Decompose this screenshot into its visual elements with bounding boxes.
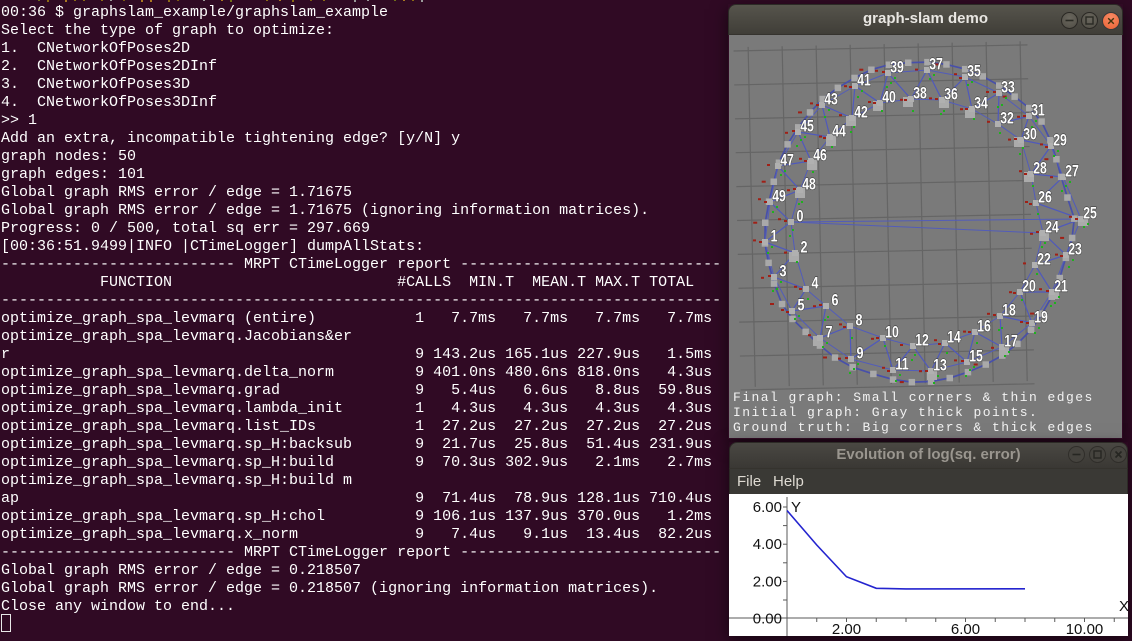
svg-text:4.00: 4.00 <box>753 536 782 553</box>
svg-text:15: 15 <box>969 347 983 366</box>
svg-text:17: 17 <box>1004 332 1018 351</box>
svg-text:20: 20 <box>1022 277 1036 296</box>
svg-text:38: 38 <box>913 84 927 103</box>
svg-text:44: 44 <box>832 122 846 141</box>
svg-text:0.00: 0.00 <box>753 611 782 628</box>
svg-text:43: 43 <box>824 90 838 109</box>
svg-text:24: 24 <box>1045 218 1059 237</box>
svg-text:33: 33 <box>1001 78 1015 97</box>
svg-text:47: 47 <box>780 151 794 170</box>
svg-text:37: 37 <box>929 55 943 74</box>
svg-text:10.00: 10.00 <box>1066 621 1104 636</box>
svg-text:36: 36 <box>944 85 958 104</box>
svg-text:0: 0 <box>797 207 804 226</box>
svg-text:46: 46 <box>813 146 827 165</box>
svg-text:4: 4 <box>812 274 819 293</box>
svg-text:6.00: 6.00 <box>753 499 782 516</box>
svg-text:2.00: 2.00 <box>753 573 782 590</box>
svg-text:49: 49 <box>772 187 786 206</box>
svg-text:26: 26 <box>1038 188 1052 207</box>
svg-text:1: 1 <box>771 227 778 246</box>
svg-text:28: 28 <box>1033 159 1047 178</box>
svg-text:2.00: 2.00 <box>832 621 861 636</box>
svg-text:29: 29 <box>1053 131 1067 150</box>
svg-text:21: 21 <box>1054 277 1068 296</box>
svg-text:16: 16 <box>977 317 991 336</box>
svg-text:3: 3 <box>780 262 787 281</box>
svg-text:Y: Y <box>791 499 801 516</box>
svg-text:48: 48 <box>802 175 816 194</box>
svg-text:30: 30 <box>1023 125 1037 144</box>
svg-text:5: 5 <box>798 296 805 315</box>
svg-text:13: 13 <box>933 356 947 375</box>
svg-text:6.00: 6.00 <box>951 621 980 636</box>
svg-text:22: 22 <box>1037 250 1051 269</box>
svg-text:9: 9 <box>857 344 864 363</box>
svg-text:41: 41 <box>857 71 871 90</box>
svg-text:34: 34 <box>974 94 988 113</box>
svg-text:12: 12 <box>915 331 929 350</box>
svg-text:11: 11 <box>895 355 909 374</box>
svg-text:31: 31 <box>1031 101 1045 120</box>
svg-text:25: 25 <box>1083 204 1097 223</box>
svg-text:45: 45 <box>800 117 814 136</box>
svg-text:40: 40 <box>882 88 896 107</box>
svg-text:23: 23 <box>1068 240 1082 259</box>
svg-text:14: 14 <box>947 328 961 347</box>
svg-text:39: 39 <box>890 58 904 77</box>
svg-text:18: 18 <box>1002 301 1016 320</box>
svg-text:10: 10 <box>885 323 899 342</box>
svg-text:8: 8 <box>856 311 863 330</box>
svg-text:42: 42 <box>854 103 868 122</box>
svg-text:27: 27 <box>1065 162 1079 181</box>
svg-text:19: 19 <box>1034 308 1048 327</box>
svg-text:35: 35 <box>967 62 981 81</box>
svg-text:32: 32 <box>1000 109 1014 128</box>
svg-text:6: 6 <box>832 291 839 310</box>
svg-text:2: 2 <box>801 238 808 257</box>
svg-text:X: X <box>1119 598 1128 615</box>
svg-text:7: 7 <box>826 323 833 342</box>
